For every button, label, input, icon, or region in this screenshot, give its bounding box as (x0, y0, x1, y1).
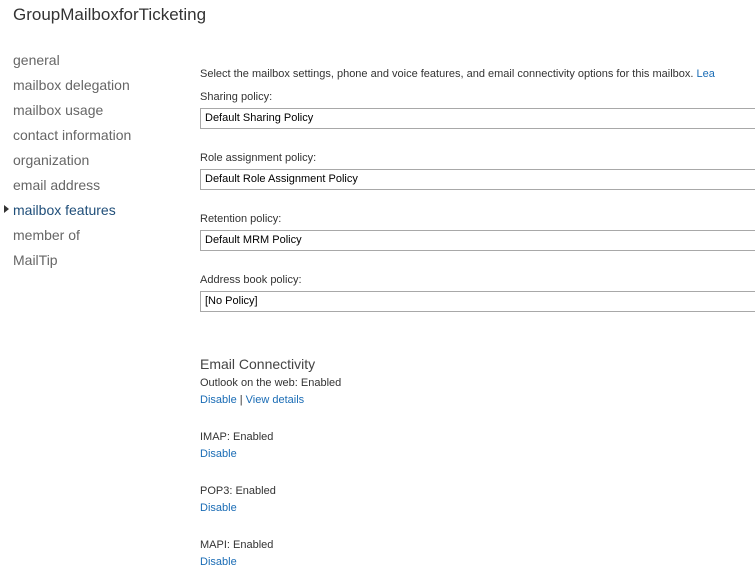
pop3-disable-link[interactable]: Disable (200, 502, 237, 514)
nav-item-contact-information[interactable]: contact information (13, 125, 131, 150)
nav-item-mailbox-delegation[interactable]: mailbox delegation (13, 75, 131, 100)
link-separator: | (239, 394, 243, 406)
nav-item-label: mailbox features (13, 202, 116, 218)
retention-policy-label: Retention policy: (200, 213, 282, 225)
owa-view-details-link[interactable]: View details (246, 394, 305, 406)
nav-item-organization[interactable]: organization (13, 150, 131, 175)
nav-item-mailbox-usage[interactable]: mailbox usage (13, 100, 131, 125)
sharing-policy-label: Sharing policy: (200, 91, 273, 103)
mapi-disable-link[interactable]: Disable (200, 556, 237, 568)
nav-item-member-of[interactable]: member of (13, 225, 131, 250)
nav-item-general[interactable]: general (13, 50, 131, 75)
role-assignment-policy-label: Role assignment policy: (200, 152, 317, 164)
email-connectivity-heading: Email Connectivity (200, 356, 316, 372)
imap-disable-link[interactable]: Disable (200, 448, 237, 460)
pop3-links: Disable (200, 502, 237, 514)
address-book-policy-label: Address book policy: (200, 274, 302, 286)
learn-more-link[interactable]: Lea (697, 68, 715, 80)
address-book-policy-select[interactable]: [No Policy] (200, 291, 755, 312)
page-title: GroupMailboxforTicketing (13, 5, 207, 24)
mapi-links: Disable (200, 556, 237, 568)
owa-disable-link[interactable]: Disable (200, 394, 237, 406)
mapi-status: MAPI: Enabled (200, 539, 274, 551)
intro-text: Select the mailbox settings, phone and v… (200, 68, 755, 80)
nav-item-email-address[interactable]: email address (13, 175, 131, 200)
pop3-status: POP3: Enabled (200, 485, 276, 497)
side-nav: general mailbox delegation mailbox usage… (4, 50, 131, 275)
intro-description: Select the mailbox settings, phone and v… (200, 68, 694, 80)
imap-links: Disable (200, 448, 237, 460)
role-assignment-policy-select[interactable]: Default Role Assignment Policy (200, 169, 755, 190)
sharing-policy-select[interactable]: Default Sharing Policy (200, 108, 755, 129)
imap-status: IMAP: Enabled (200, 431, 274, 443)
nav-item-mailtip[interactable]: MailTip (13, 250, 131, 275)
active-arrow-icon (4, 205, 9, 213)
owa-links: Disable | View details (200, 394, 304, 406)
owa-status: Outlook on the web: Enabled (200, 377, 342, 389)
retention-policy-select[interactable]: Default MRM Policy (200, 230, 755, 251)
nav-item-mailbox-features[interactable]: mailbox features (4, 200, 131, 225)
